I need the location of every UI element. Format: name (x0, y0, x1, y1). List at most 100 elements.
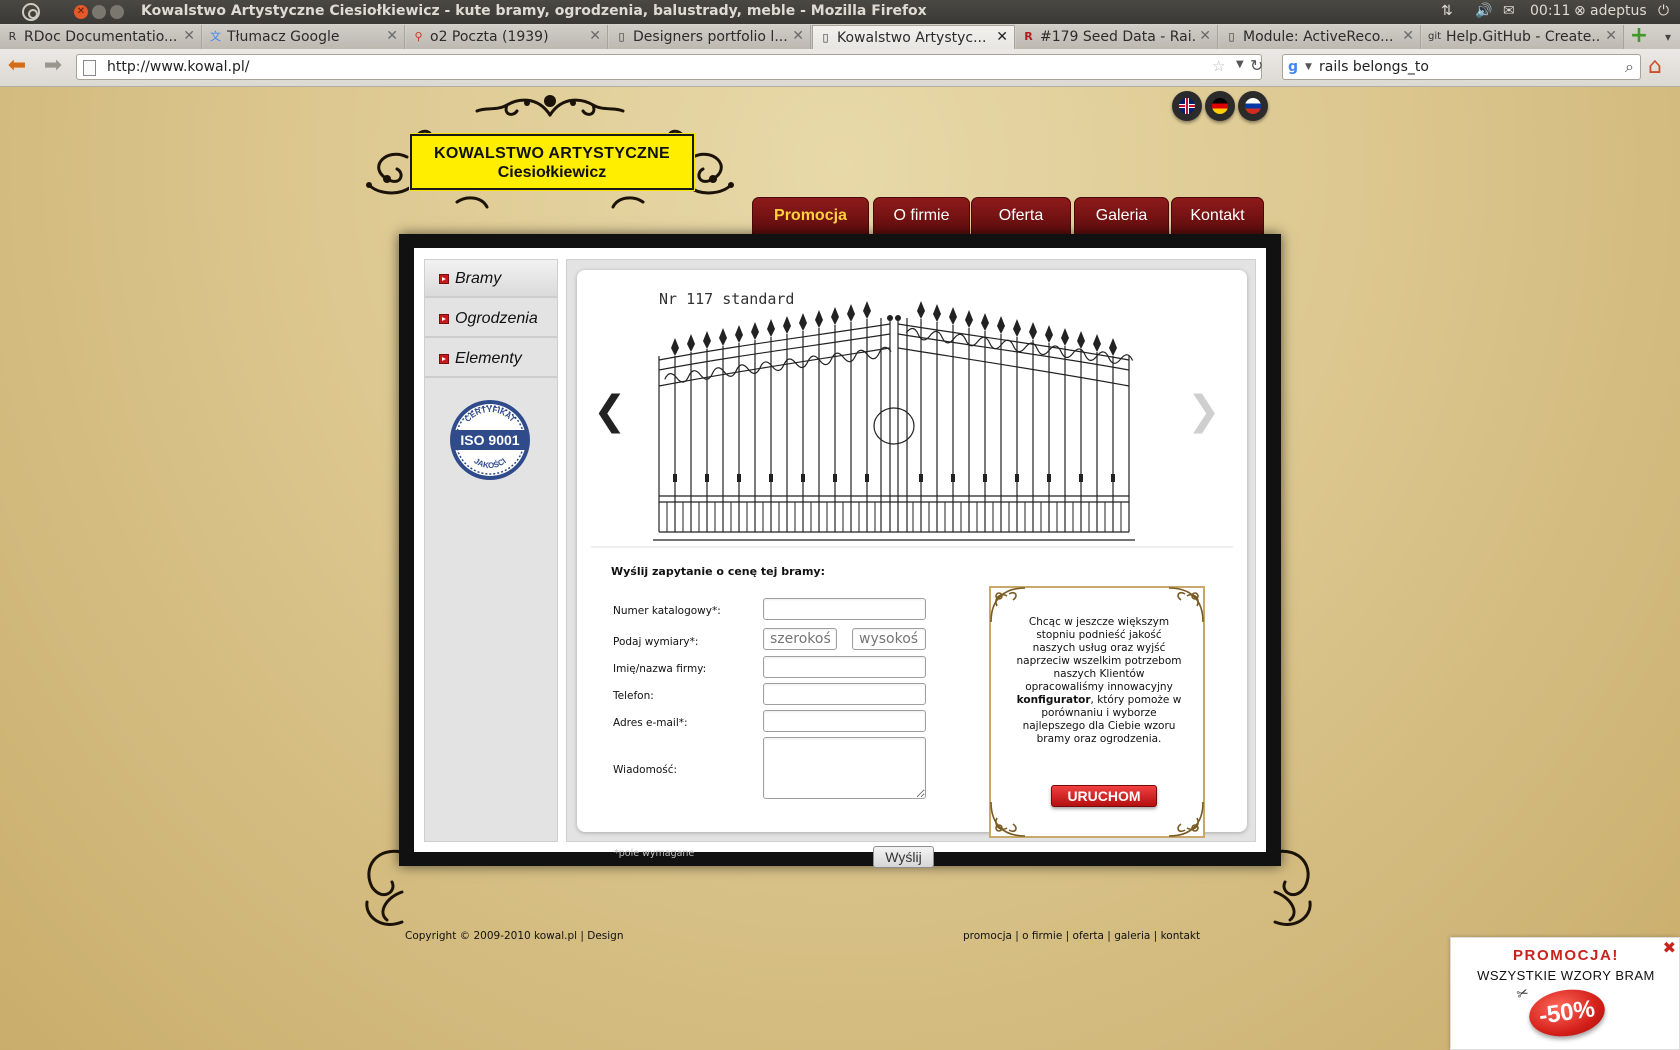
popup-subtitle: WSZYSTKIE WZORY BRAM (1477, 968, 1655, 983)
footer-link-kontakt[interactable]: kontakt (1161, 930, 1201, 942)
promo-text-part: Chcąc w jeszcze większym stopniu podnieś… (1016, 616, 1182, 693)
email-input[interactable] (763, 710, 926, 732)
site-logo[interactable]: KOWALSTWO ARTYSTYCZNE Ciesiołkiewicz (410, 134, 694, 190)
browser-nav-bar: ⬅ ➡ http://www.kowal.pl/ ☆ ▼ ↻ g ▼ rails… (0, 49, 1680, 87)
bookmark-star-icon[interactable]: ☆ (1212, 57, 1225, 75)
tab-close-icon[interactable]: ✕ (183, 28, 195, 44)
discount-badge: -50% (1526, 984, 1608, 1042)
footer-link-o-firmie[interactable]: o firmie (1022, 930, 1062, 942)
tab-o2-poczta[interactable]: ⚲ o2 Poczta (1939) ✕ (406, 25, 608, 49)
new-tab-plus-icon[interactable]: + (1628, 25, 1650, 48)
tab-seed-data[interactable]: R #179 Seed Data - Rai... ✕ (1016, 25, 1218, 49)
tab-close-icon[interactable]: ✕ (589, 28, 601, 44)
tab-list-chevron-icon[interactable]: ▾ (1658, 26, 1678, 48)
page-icon: ▯ (618, 30, 625, 43)
url-bar[interactable]: http://www.kowal.pl/ (76, 54, 1262, 80)
tab-designers-portfolio[interactable]: ▯ Designers portfolio l... ✕ (609, 25, 811, 49)
tab-close-icon[interactable]: ✕ (996, 29, 1008, 45)
network-icon[interactable]: ⇅ (1441, 3, 1453, 19)
tab-close-icon[interactable]: ✕ (1605, 28, 1617, 44)
window-minimize-button[interactable] (92, 5, 106, 19)
search-engine-chevron-icon[interactable]: ▼ (1305, 62, 1312, 72)
scissors-icon: ✂ (1514, 984, 1532, 1004)
corner-ornament (990, 801, 1026, 837)
width-input[interactable] (763, 628, 837, 650)
tab-close-icon[interactable]: ✕ (1199, 28, 1211, 44)
footer-link-oferta[interactable]: oferta (1073, 930, 1104, 942)
volume-icon[interactable]: 🔊 (1475, 3, 1492, 19)
popup-title: PROMOCJA! (1512, 947, 1620, 964)
forward-arrow-icon[interactable]: ➡ (40, 55, 66, 79)
mouse-cursor-icon (648, 385, 658, 401)
tab-close-icon[interactable]: ✕ (792, 28, 804, 44)
german-flag-icon[interactable] (1205, 91, 1235, 121)
search-bar[interactable]: g ▼ rails belongs_to ⌕ (1282, 54, 1641, 80)
catalog-number-input[interactable] (763, 598, 926, 620)
mail-icon[interactable]: ✉ (1503, 3, 1515, 19)
railscasts-icon: R (1024, 30, 1033, 43)
tab-close-icon[interactable]: ✕ (1402, 28, 1414, 44)
search-query[interactable]: rails belongs_to (1319, 59, 1429, 75)
footer-link-promocja[interactable]: promocja (963, 930, 1012, 942)
tab-rdoc[interactable]: R RDoc Documentatio... ✕ (0, 25, 202, 49)
clock[interactable]: 00:11 (1530, 3, 1570, 19)
menu-galeria[interactable]: Galeria (1074, 197, 1169, 234)
tab-activerecord[interactable]: ▯ Module: ActiveReco... ✕ (1219, 25, 1421, 49)
russian-flag-icon[interactable] (1238, 91, 1268, 121)
search-icon[interactable]: ⌕ (1625, 57, 1634, 77)
red-arrow-bullet-icon (439, 314, 449, 324)
sidebar-item-bramy[interactable]: Bramy (425, 260, 557, 298)
next-gate-arrow-icon[interactable]: ❯ (1187, 388, 1221, 434)
window-close-button[interactable]: ✕ (74, 5, 88, 19)
translate-icon: 文 (210, 30, 221, 43)
tab-label: Module: ActiveReco... (1243, 29, 1394, 45)
reload-icon[interactable]: ↻ (1250, 56, 1263, 75)
site-identity-icon[interactable] (83, 60, 96, 76)
corner-ornament (1168, 801, 1204, 837)
user-name[interactable]: adeptus (1590, 3, 1647, 19)
home-icon[interactable]: ⌂ (1648, 55, 1662, 79)
prev-gate-arrow-icon[interactable]: ❮ (593, 388, 627, 434)
sidebar-item-ogrodzenia[interactable]: Ogrodzenia (425, 300, 557, 338)
back-arrow-icon[interactable]: ⬅ (4, 55, 30, 79)
footer-links: promocja | o firmie | oferta | galeria |… (963, 930, 1201, 942)
phone-input[interactable] (763, 683, 926, 705)
iso-label: ISO 9001 (460, 432, 519, 448)
menu-oferta[interactable]: Oferta (971, 197, 1071, 234)
submit-button[interactable]: Wyślij (873, 846, 934, 868)
english-flag-icon[interactable] (1172, 91, 1202, 121)
power-icon[interactable]: ⏻ (1658, 3, 1669, 19)
tab-kowalstwo[interactable]: ▯ Kowalstwo Artystyc... ✕ (812, 25, 1015, 49)
menu-kontakt[interactable]: Kontakt (1171, 197, 1264, 234)
gate-divider (591, 546, 1233, 548)
tab-label: RDoc Documentatio... (24, 29, 178, 45)
tab-close-icon[interactable]: ✕ (386, 28, 398, 44)
google-icon[interactable]: g (1288, 59, 1298, 75)
url-history-chevron-icon[interactable]: ▼ (1236, 59, 1244, 70)
window-maximize-button[interactable] (110, 5, 124, 19)
red-arrow-bullet-icon (439, 354, 449, 364)
tab-help-github[interactable]: git Help.GitHub - Create... ✕ (1422, 25, 1624, 49)
message-label: Wiadomość: (613, 764, 678, 776)
footer-link-galeria[interactable]: galeria (1114, 930, 1150, 942)
os-top-panel: ✕ Kowalstwo Artystyczne Ciesiołkiewicz -… (0, 0, 1680, 24)
url-text[interactable]: http://www.kowal.pl/ (107, 59, 249, 75)
name-input[interactable] (763, 656, 926, 678)
sidebar-item-elementy[interactable]: Elementy (425, 340, 557, 378)
dimensions-label: Podaj wymiary*: (613, 636, 699, 648)
ubuntu-logo-icon[interactable] (22, 3, 40, 21)
height-input[interactable] (852, 628, 926, 650)
launch-configurator-button[interactable]: URUCHOM (1051, 785, 1157, 807)
page-icon: ▯ (1228, 30, 1235, 43)
tab-google-translate[interactable]: 文 Tłumacz Google ✕ (203, 25, 405, 49)
category-sidebar: Bramy Ogrodzenia Elementy ISO 9001 CERTY… (424, 259, 558, 842)
message-textarea[interactable] (763, 737, 926, 799)
menu-o-firmie[interactable]: O firmie (873, 197, 970, 234)
phone-label: Telefon: (613, 690, 654, 702)
promo-popup[interactable]: PROMOCJA! WSZYSTKIE WZORY BRAM ✖ ✂ -50% (1450, 937, 1680, 1050)
page-icon: ▯ (822, 31, 829, 44)
sidebar-item-label: Bramy (455, 270, 502, 287)
menu-promocja[interactable]: Promocja (752, 197, 869, 234)
popup-close-icon[interactable]: ✖ (1663, 938, 1676, 957)
user-status-icon[interactable]: ⊗ (1574, 3, 1586, 19)
